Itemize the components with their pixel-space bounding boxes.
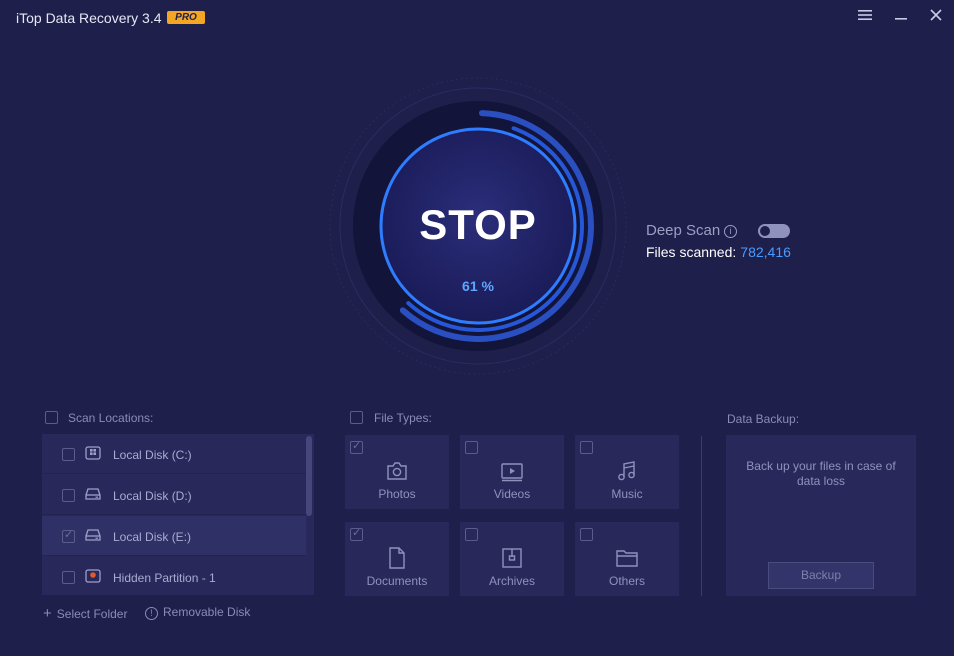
section-divider bbox=[701, 436, 702, 596]
location-row-hidden[interactable]: Hidden Partition - 1 bbox=[42, 557, 306, 595]
music-note-icon bbox=[618, 461, 635, 481]
location-checkbox[interactable] bbox=[62, 448, 75, 461]
file-type-checkbox[interactable] bbox=[580, 528, 593, 541]
file-types-select-all[interactable] bbox=[350, 411, 363, 424]
location-name: Local Disk (C:) bbox=[113, 448, 192, 462]
file-type-photos[interactable]: Photos bbox=[345, 435, 449, 509]
file-type-checkbox[interactable] bbox=[350, 526, 363, 541]
data-backup-label: Data Backup: bbox=[727, 412, 800, 426]
pro-badge: PRO bbox=[167, 11, 205, 24]
toggle-knob bbox=[760, 226, 770, 236]
location-checkbox[interactable] bbox=[62, 489, 75, 502]
file-types-label: File Types: bbox=[374, 411, 432, 425]
file-type-archives[interactable]: Archives bbox=[460, 522, 564, 596]
file-type-label: Others bbox=[608, 574, 645, 588]
location-row-d[interactable]: Local Disk (D:) bbox=[42, 475, 306, 515]
hidden-partition-icon bbox=[85, 569, 101, 583]
hamburger-menu-icon[interactable] bbox=[854, 6, 876, 28]
scan-locations-label: Scan Locations: bbox=[68, 411, 154, 425]
scan-locations-list: Local Disk (C:) Local Disk (D:) Local Di… bbox=[42, 434, 314, 595]
stop-label: STOP bbox=[419, 201, 537, 248]
file-type-label: Documents bbox=[366, 574, 428, 588]
location-checkbox[interactable] bbox=[62, 528, 75, 543]
archive-box-icon bbox=[502, 548, 522, 568]
file-type-videos[interactable]: Videos bbox=[460, 435, 564, 509]
file-type-label: Archives bbox=[488, 574, 535, 588]
progress-percent: 61 % bbox=[462, 278, 494, 294]
location-row-e[interactable]: Local Disk (E:) bbox=[42, 516, 306, 556]
file-type-documents[interactable]: Documents bbox=[345, 522, 449, 596]
location-name: Local Disk (D:) bbox=[113, 489, 192, 503]
file-type-music[interactable]: Music bbox=[575, 435, 679, 509]
camera-icon bbox=[387, 462, 407, 480]
info-icon[interactable]: i bbox=[724, 225, 737, 238]
file-type-checkbox[interactable] bbox=[350, 439, 363, 454]
file-type-checkbox[interactable] bbox=[465, 441, 478, 454]
scan-locations-select-all[interactable] bbox=[45, 411, 58, 424]
file-type-label: Photos bbox=[378, 487, 416, 501]
backup-description: Back up your files in case of data loss bbox=[746, 459, 896, 488]
title-bar: iTop Data Recovery 3.4 PRO bbox=[0, 0, 954, 34]
files-scanned: Files scanned: 782,416 bbox=[646, 244, 791, 260]
location-name: Hidden Partition - 1 bbox=[113, 571, 216, 585]
hard-drive-icon bbox=[85, 529, 101, 541]
select-folder-label: Select Folder bbox=[56, 607, 128, 621]
location-row-c[interactable]: Local Disk (C:) bbox=[42, 434, 306, 474]
deep-scan-label: Deep Scan bbox=[646, 222, 721, 239]
location-checkbox[interactable] bbox=[62, 571, 75, 584]
file-type-checkbox[interactable] bbox=[465, 528, 478, 541]
files-scanned-count: 782,416 bbox=[740, 244, 791, 260]
deep-scan-toggle[interactable] bbox=[758, 224, 790, 238]
info-circle-icon: ! bbox=[145, 607, 158, 620]
minimize-icon[interactable] bbox=[890, 6, 912, 28]
backup-button[interactable]: Backup bbox=[768, 562, 874, 589]
data-backup-panel: Back up your files in case of data loss … bbox=[726, 435, 916, 596]
windows-drive-icon bbox=[85, 446, 101, 460]
locations-scrollbar[interactable] bbox=[306, 436, 312, 516]
file-type-label: Music bbox=[611, 487, 643, 501]
removable-disk-button[interactable]: ! Removable Disk bbox=[145, 605, 250, 620]
location-name: Local Disk (E:) bbox=[113, 530, 192, 544]
file-type-others[interactable]: Others bbox=[575, 522, 679, 596]
folder-icon bbox=[616, 550, 638, 567]
hard-drive-icon bbox=[85, 488, 101, 500]
close-icon[interactable] bbox=[925, 6, 947, 28]
scan-progress-ring: STOP 61 % bbox=[328, 76, 628, 376]
document-icon bbox=[389, 547, 405, 569]
select-folder-button[interactable]: + Select Folder bbox=[43, 605, 127, 622]
file-type-checkbox[interactable] bbox=[580, 441, 593, 454]
app-title: iTop Data Recovery 3.4 bbox=[16, 10, 162, 26]
plus-icon: + bbox=[43, 605, 52, 622]
video-icon bbox=[501, 463, 523, 482]
file-type-label: Videos bbox=[493, 487, 531, 501]
removable-disk-label: Removable Disk bbox=[163, 605, 251, 619]
files-scanned-label: Files scanned: bbox=[646, 244, 737, 260]
